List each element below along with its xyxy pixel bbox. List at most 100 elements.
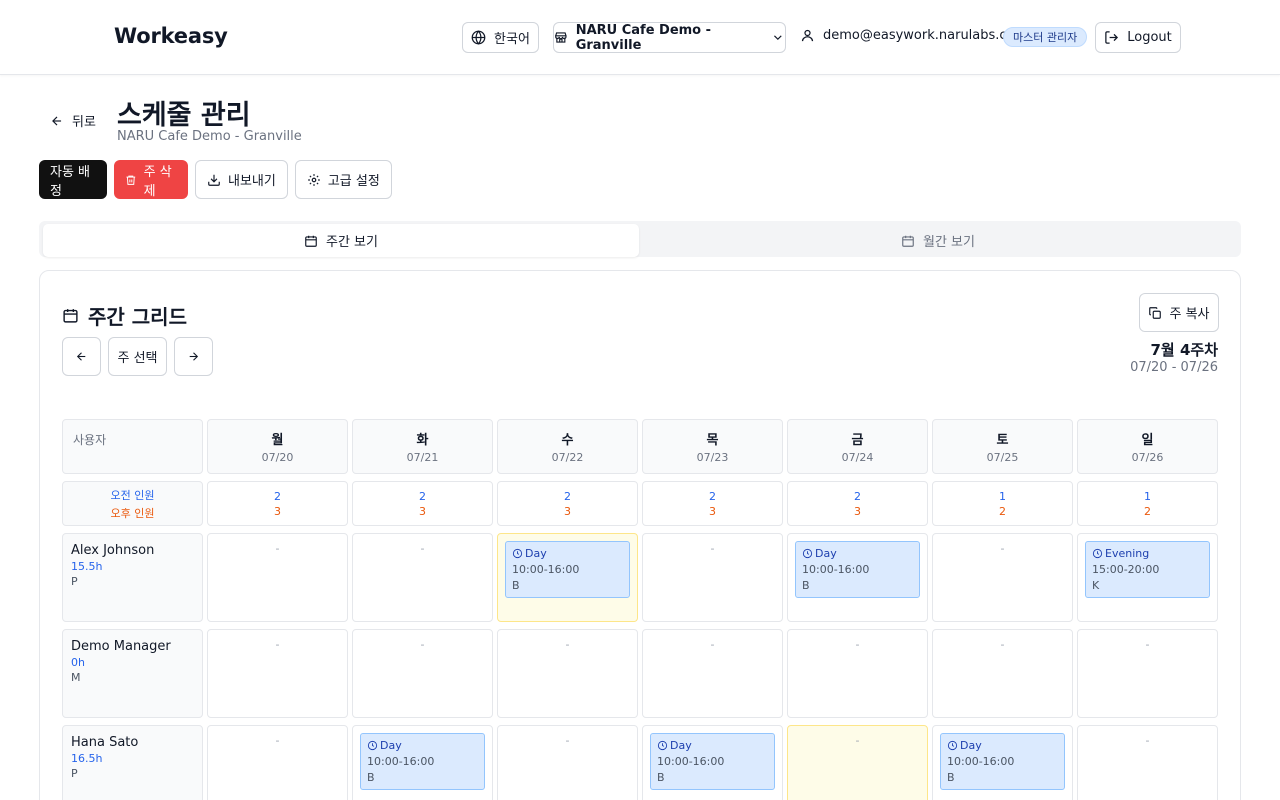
export-button[interactable]: 내보내기 xyxy=(195,160,288,199)
shift-name-text: Day xyxy=(815,547,837,560)
previous-week-button[interactable] xyxy=(62,337,101,376)
empty-cell-dash: - xyxy=(275,638,280,651)
top-bar: Workeasy 한국어 NARU Cafe Demo - Granville … xyxy=(0,0,1280,75)
brand-logo[interactable]: Workeasy xyxy=(114,24,228,48)
empty-cell-dash: - xyxy=(710,638,715,651)
day-header: 토 07/25 xyxy=(932,419,1073,474)
schedule-cell[interactable]: - xyxy=(497,629,638,718)
schedule-cell[interactable]: - xyxy=(207,725,348,800)
schedule-cell[interactable]: - xyxy=(1077,725,1218,800)
language-button[interactable]: 한국어 xyxy=(462,22,539,53)
day-date: 07/26 xyxy=(1131,451,1164,464)
empty-cell-dash: - xyxy=(565,734,570,747)
tab-weekly-view[interactable]: 주간 보기 xyxy=(43,224,639,257)
pm-staff-count: 2 xyxy=(999,504,1006,518)
logout-label: Logout xyxy=(1127,30,1172,45)
shift-name-text: Evening xyxy=(1105,547,1150,560)
schedule-cell[interactable]: - xyxy=(642,629,783,718)
day-date: 07/23 xyxy=(696,451,729,464)
store-selector[interactable]: NARU Cafe Demo - Granville xyxy=(553,22,786,53)
am-staff-count: 2 xyxy=(274,489,281,503)
user-column-header: 사용자 xyxy=(62,419,203,474)
shift-block[interactable]: Day 10:00-16:00 B xyxy=(650,733,775,790)
schedule-cell[interactable]: - xyxy=(787,725,928,800)
am-staff-count: 2 xyxy=(709,489,716,503)
pm-staff-count: 3 xyxy=(419,504,426,518)
schedule-cell[interactable]: - xyxy=(932,629,1073,718)
staffing-count-cell: 12 xyxy=(932,481,1073,526)
logout-button[interactable]: Logout xyxy=(1095,22,1181,53)
schedule-cell[interactable]: Day 10:00-16:00 B xyxy=(932,725,1073,800)
clock-icon xyxy=(367,740,378,751)
schedule-cell[interactable]: - xyxy=(352,629,493,718)
schedule-cell[interactable]: Day 10:00-16:00 B xyxy=(352,725,493,800)
schedule-cell[interactable]: - xyxy=(497,725,638,800)
shift-position: B xyxy=(802,579,810,592)
delete-week-button[interactable]: 주 삭제 xyxy=(114,160,188,199)
staffing-count-cell: 12 xyxy=(1077,481,1218,526)
schedule-cell[interactable]: - xyxy=(932,533,1073,622)
am-staff-label: 오전 인원 xyxy=(110,488,155,502)
card-title-text: 주간 그리드 xyxy=(88,305,187,329)
calendar-icon xyxy=(902,235,914,247)
schedule-cell[interactable]: - xyxy=(787,629,928,718)
day-date: 07/24 xyxy=(841,451,874,464)
advanced-settings-button[interactable]: 고급 설정 xyxy=(294,160,392,199)
language-label: 한국어 xyxy=(494,32,530,47)
shift-name: Evening xyxy=(1092,547,1203,560)
weekly-grid-card: 주간 그리드 주 복사 주 선택 7월 4주차 07/20 - 07/26 사용… xyxy=(39,270,1241,800)
day-date: 07/22 xyxy=(551,451,584,464)
schedule-cell[interactable]: - xyxy=(642,533,783,622)
schedule-cell[interactable]: Day 10:00-16:00 B xyxy=(497,533,638,622)
am-staff-count: 2 xyxy=(419,489,426,503)
shift-name: Day xyxy=(947,739,1058,752)
shift-position: B xyxy=(947,771,955,784)
empty-cell-dash: - xyxy=(710,542,715,555)
copy-week-button[interactable]: 주 복사 xyxy=(1139,293,1219,332)
empty-cell-dash: - xyxy=(855,638,860,651)
row-spacer xyxy=(62,622,1218,629)
shift-name-text: Day xyxy=(960,739,982,752)
shift-block[interactable]: Day 10:00-16:00 B xyxy=(360,733,485,790)
next-week-button[interactable] xyxy=(174,337,213,376)
schedule-cell[interactable]: - xyxy=(207,629,348,718)
day-header: 월 07/20 xyxy=(207,419,348,474)
user-icon xyxy=(801,29,814,42)
user-hours: 0h xyxy=(71,656,85,669)
shift-block[interactable]: Day 10:00-16:00 B xyxy=(795,541,920,598)
schedule-cell[interactable]: Day 10:00-16:00 B xyxy=(787,533,928,622)
arrow-left-icon xyxy=(76,352,86,361)
back-label: 뒤로 xyxy=(72,115,96,130)
row-spacer xyxy=(62,526,1218,533)
shift-position: B xyxy=(512,579,520,592)
schedule-cell[interactable]: - xyxy=(207,533,348,622)
schedule-cell[interactable]: - xyxy=(1077,629,1218,718)
select-week-label: 주 선택 xyxy=(117,351,158,366)
shift-block[interactable]: Day 10:00-16:00 B xyxy=(940,733,1065,790)
day-name: 목 xyxy=(706,433,719,448)
select-week-button[interactable]: 주 선택 xyxy=(108,337,167,376)
shift-time: 15:00-20:00 xyxy=(1092,563,1160,576)
day-date: 07/25 xyxy=(986,451,1019,464)
user-info: demo@easywork.narulabs.ca xyxy=(800,28,1015,43)
tab-monthly-view[interactable]: 월간 보기 xyxy=(639,224,1237,257)
empty-cell-dash: - xyxy=(855,734,860,747)
shift-name: Day xyxy=(657,739,768,752)
schedule-cell[interactable]: Day 10:00-16:00 B xyxy=(642,725,783,800)
auto-assign-button[interactable]: 자동 배정 xyxy=(39,160,107,199)
clock-icon xyxy=(802,548,813,559)
schedule-cell[interactable]: Evening 15:00-20:00 K xyxy=(1077,533,1218,622)
gear-icon xyxy=(308,173,320,186)
back-button[interactable]: 뒤로 xyxy=(50,111,96,130)
schedule-cell[interactable]: - xyxy=(352,533,493,622)
shift-name-text: Day xyxy=(525,547,547,560)
shift-block[interactable]: Day 10:00-16:00 B xyxy=(505,541,630,598)
shift-block[interactable]: Evening 15:00-20:00 K xyxy=(1085,541,1210,598)
shift-name-text: Day xyxy=(670,739,692,752)
user-column-header-label: 사용자 xyxy=(73,433,107,447)
day-date: 07/21 xyxy=(406,451,439,464)
schedule-grid: 사용자 월 07/20 화 07/21 수 07/22 목 07/23 금 07/24 토 07/25 일… xyxy=(62,419,1220,800)
day-name: 월 xyxy=(271,433,284,448)
delete-week-label: 주 삭제 xyxy=(143,164,172,199)
shift-name: Day xyxy=(367,739,478,752)
